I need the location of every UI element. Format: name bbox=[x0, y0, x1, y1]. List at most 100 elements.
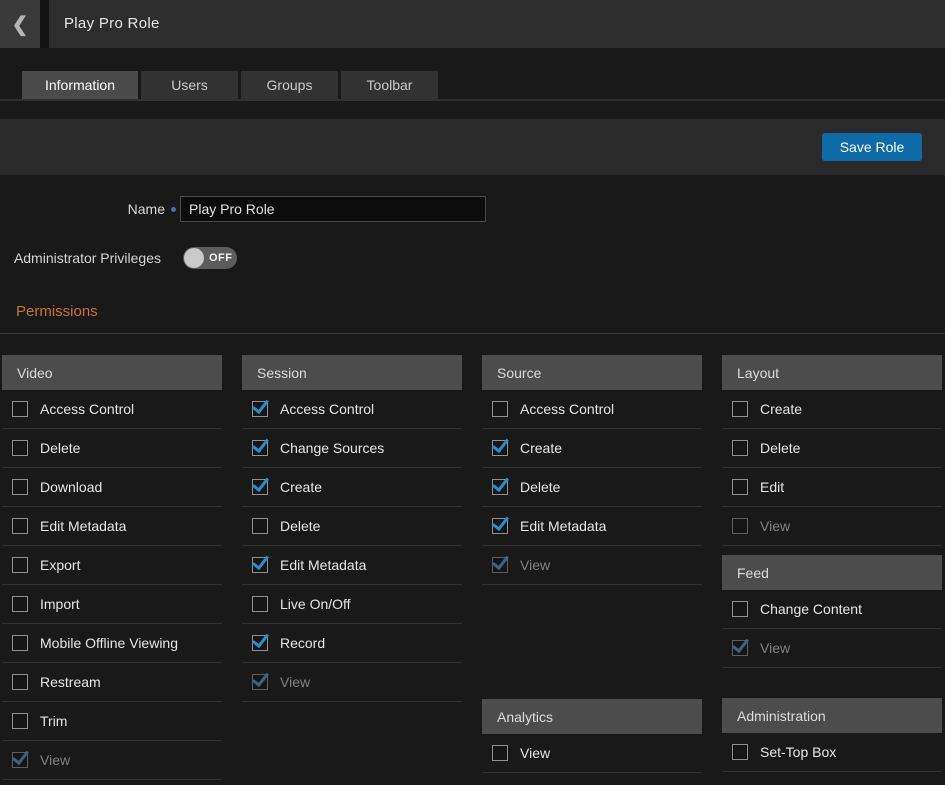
permissions-column-3: Source Access Control Create DeleteEdit Met… bbox=[482, 355, 702, 773]
permissions-grid: Video Access Control Delete Download Edit Me… bbox=[2, 355, 942, 780]
section-header-video: Video bbox=[2, 355, 222, 390]
permission-row-layout-view: View bbox=[722, 507, 942, 546]
checked-checkbox-create[interactable] bbox=[252, 479, 268, 495]
back-button[interactable]: ❮ bbox=[0, 0, 40, 48]
permissions-column-1: VideoAccess ControlDeleteDownloadEdit Me… bbox=[2, 355, 222, 780]
permissions-column-4: LayoutCreateDeleteEditViewFeedChange Con… bbox=[722, 355, 942, 772]
permission-label: Set-Top Box bbox=[760, 744, 836, 760]
permission-label: Change Sources bbox=[280, 440, 384, 456]
unchecked-checkbox-trim[interactable] bbox=[12, 713, 28, 729]
checked-checkbox-view bbox=[732, 640, 748, 656]
permission-row-session-live-on-off: Live On/Off bbox=[242, 585, 462, 624]
permission-row-analytics-view: View bbox=[482, 734, 702, 773]
checked-checkbox-delete[interactable] bbox=[492, 479, 508, 495]
permission-row-video-trim: Trim bbox=[2, 702, 222, 741]
permission-label: Record bbox=[280, 635, 325, 651]
unchecked-checkbox-delete[interactable] bbox=[252, 518, 268, 534]
tab-underline bbox=[0, 99, 945, 101]
tab-bar: InformationUsersGroupsToolbar bbox=[22, 71, 438, 99]
unchecked-checkbox-restream[interactable] bbox=[12, 674, 28, 690]
save-role-button[interactable]: Save Role bbox=[822, 133, 922, 161]
unchecked-checkbox-live-on-off[interactable] bbox=[252, 596, 268, 612]
permission-label: View bbox=[40, 752, 70, 768]
permission-label: Edit Metadata bbox=[40, 518, 126, 534]
checked-checkbox-edit-metadata[interactable] bbox=[492, 518, 508, 534]
unchecked-checkbox-access-control[interactable] bbox=[12, 401, 28, 417]
unchecked-checkbox-delete[interactable] bbox=[12, 440, 28, 456]
name-input[interactable] bbox=[180, 196, 486, 222]
title-bar-divider bbox=[40, 0, 49, 48]
permission-row-session-edit-metadata: Edit Metadata bbox=[242, 546, 462, 585]
unchecked-checkbox-view bbox=[732, 518, 748, 534]
section-header-session: Session bbox=[242, 355, 462, 390]
unchecked-checkbox-edit-metadata[interactable] bbox=[12, 518, 28, 534]
tab-information[interactable]: Information bbox=[22, 71, 138, 99]
permission-row-video-edit-metadata: Edit Metadata bbox=[2, 507, 222, 546]
checked-checkbox-create[interactable] bbox=[492, 440, 508, 456]
permission-label: Create bbox=[280, 479, 322, 495]
permission-row-source-delete: Delete bbox=[482, 468, 702, 507]
checked-checkbox-access-control[interactable] bbox=[252, 401, 268, 417]
permission-row-session-create: Create bbox=[242, 468, 462, 507]
permission-row-video-restream: Restream bbox=[2, 663, 222, 702]
permission-label: Mobile Offline Viewing bbox=[40, 635, 178, 651]
permission-label: Edit Metadata bbox=[280, 557, 366, 573]
title-bar: ❮ Play Pro Role bbox=[0, 0, 945, 48]
unchecked-checkbox-set-top-box[interactable] bbox=[732, 744, 748, 760]
checked-checkbox-edit-metadata[interactable] bbox=[252, 557, 268, 573]
permission-row-video-import: Import bbox=[2, 585, 222, 624]
unchecked-checkbox-create[interactable] bbox=[732, 401, 748, 417]
admin-privileges-toggle[interactable]: OFF bbox=[183, 247, 237, 269]
permission-label: Access Control bbox=[520, 401, 614, 417]
permission-label: Restream bbox=[40, 674, 101, 690]
chevron-left-icon: ❮ bbox=[12, 12, 29, 37]
permission-row-layout-create: Create bbox=[722, 390, 942, 429]
permission-label: Import bbox=[40, 596, 80, 612]
unchecked-checkbox-download[interactable] bbox=[12, 479, 28, 495]
permission-row-source-create: Create bbox=[482, 429, 702, 468]
unchecked-checkbox-export[interactable] bbox=[12, 557, 28, 573]
permission-row-source-view: View bbox=[482, 546, 702, 585]
permission-label: View bbox=[520, 745, 550, 761]
admin-privileges-row: Administrator Privileges OFF bbox=[0, 247, 237, 269]
checked-checkbox-view bbox=[492, 557, 508, 573]
permission-label: Trim bbox=[40, 713, 67, 729]
tab-toolbar[interactable]: Toolbar bbox=[341, 71, 438, 99]
checked-checkbox-change-sources[interactable] bbox=[252, 440, 268, 456]
unchecked-checkbox-import[interactable] bbox=[12, 596, 28, 612]
permission-row-feed-view: View bbox=[722, 629, 942, 668]
tab-users[interactable]: Users bbox=[141, 71, 238, 99]
unchecked-checkbox-delete[interactable] bbox=[732, 440, 748, 456]
permission-row-video-mobile-offline-viewing: Mobile Offline Viewing bbox=[2, 624, 222, 663]
role-editor-window: ❮ Play Pro Role InformationUsersGroupsTo… bbox=[0, 0, 945, 785]
permission-label: Delete bbox=[760, 440, 800, 456]
permission-row-source-edit-metadata: Edit Metadata bbox=[482, 507, 702, 546]
name-field-row: Name bbox=[0, 196, 486, 222]
section-header-administration: Administration bbox=[722, 698, 942, 733]
permissions-divider bbox=[0, 333, 945, 334]
permission-label: Delete bbox=[280, 518, 320, 534]
permission-label: Create bbox=[520, 440, 562, 456]
permission-label: View bbox=[280, 674, 310, 690]
permission-label: View bbox=[760, 640, 790, 656]
unchecked-checkbox-mobile-offline-viewing[interactable] bbox=[12, 635, 28, 651]
section-header-source: Source bbox=[482, 355, 702, 390]
unchecked-checkbox-view[interactable] bbox=[492, 745, 508, 761]
unchecked-checkbox-change-content[interactable] bbox=[732, 601, 748, 617]
permission-row-video-download: Download bbox=[2, 468, 222, 507]
permission-label: View bbox=[760, 518, 790, 534]
tab-groups[interactable]: Groups bbox=[241, 71, 338, 99]
permission-row-session-change-sources: Change Sources bbox=[242, 429, 462, 468]
permission-label: View bbox=[520, 557, 550, 573]
permission-row-session-delete: Delete bbox=[242, 507, 462, 546]
unchecked-checkbox-edit[interactable] bbox=[732, 479, 748, 495]
section-header-feed: Feed bbox=[722, 555, 942, 590]
admin-privileges-label: Administrator Privileges bbox=[0, 250, 161, 266]
permission-label: Access Control bbox=[280, 401, 374, 417]
permission-label: Create bbox=[760, 401, 802, 417]
permissions-heading: Permissions bbox=[16, 303, 98, 320]
unchecked-checkbox-access-control[interactable] bbox=[492, 401, 508, 417]
section-header-layout: Layout bbox=[722, 355, 942, 390]
checked-checkbox-record[interactable] bbox=[252, 635, 268, 651]
permission-row-session-view: View bbox=[242, 663, 462, 702]
